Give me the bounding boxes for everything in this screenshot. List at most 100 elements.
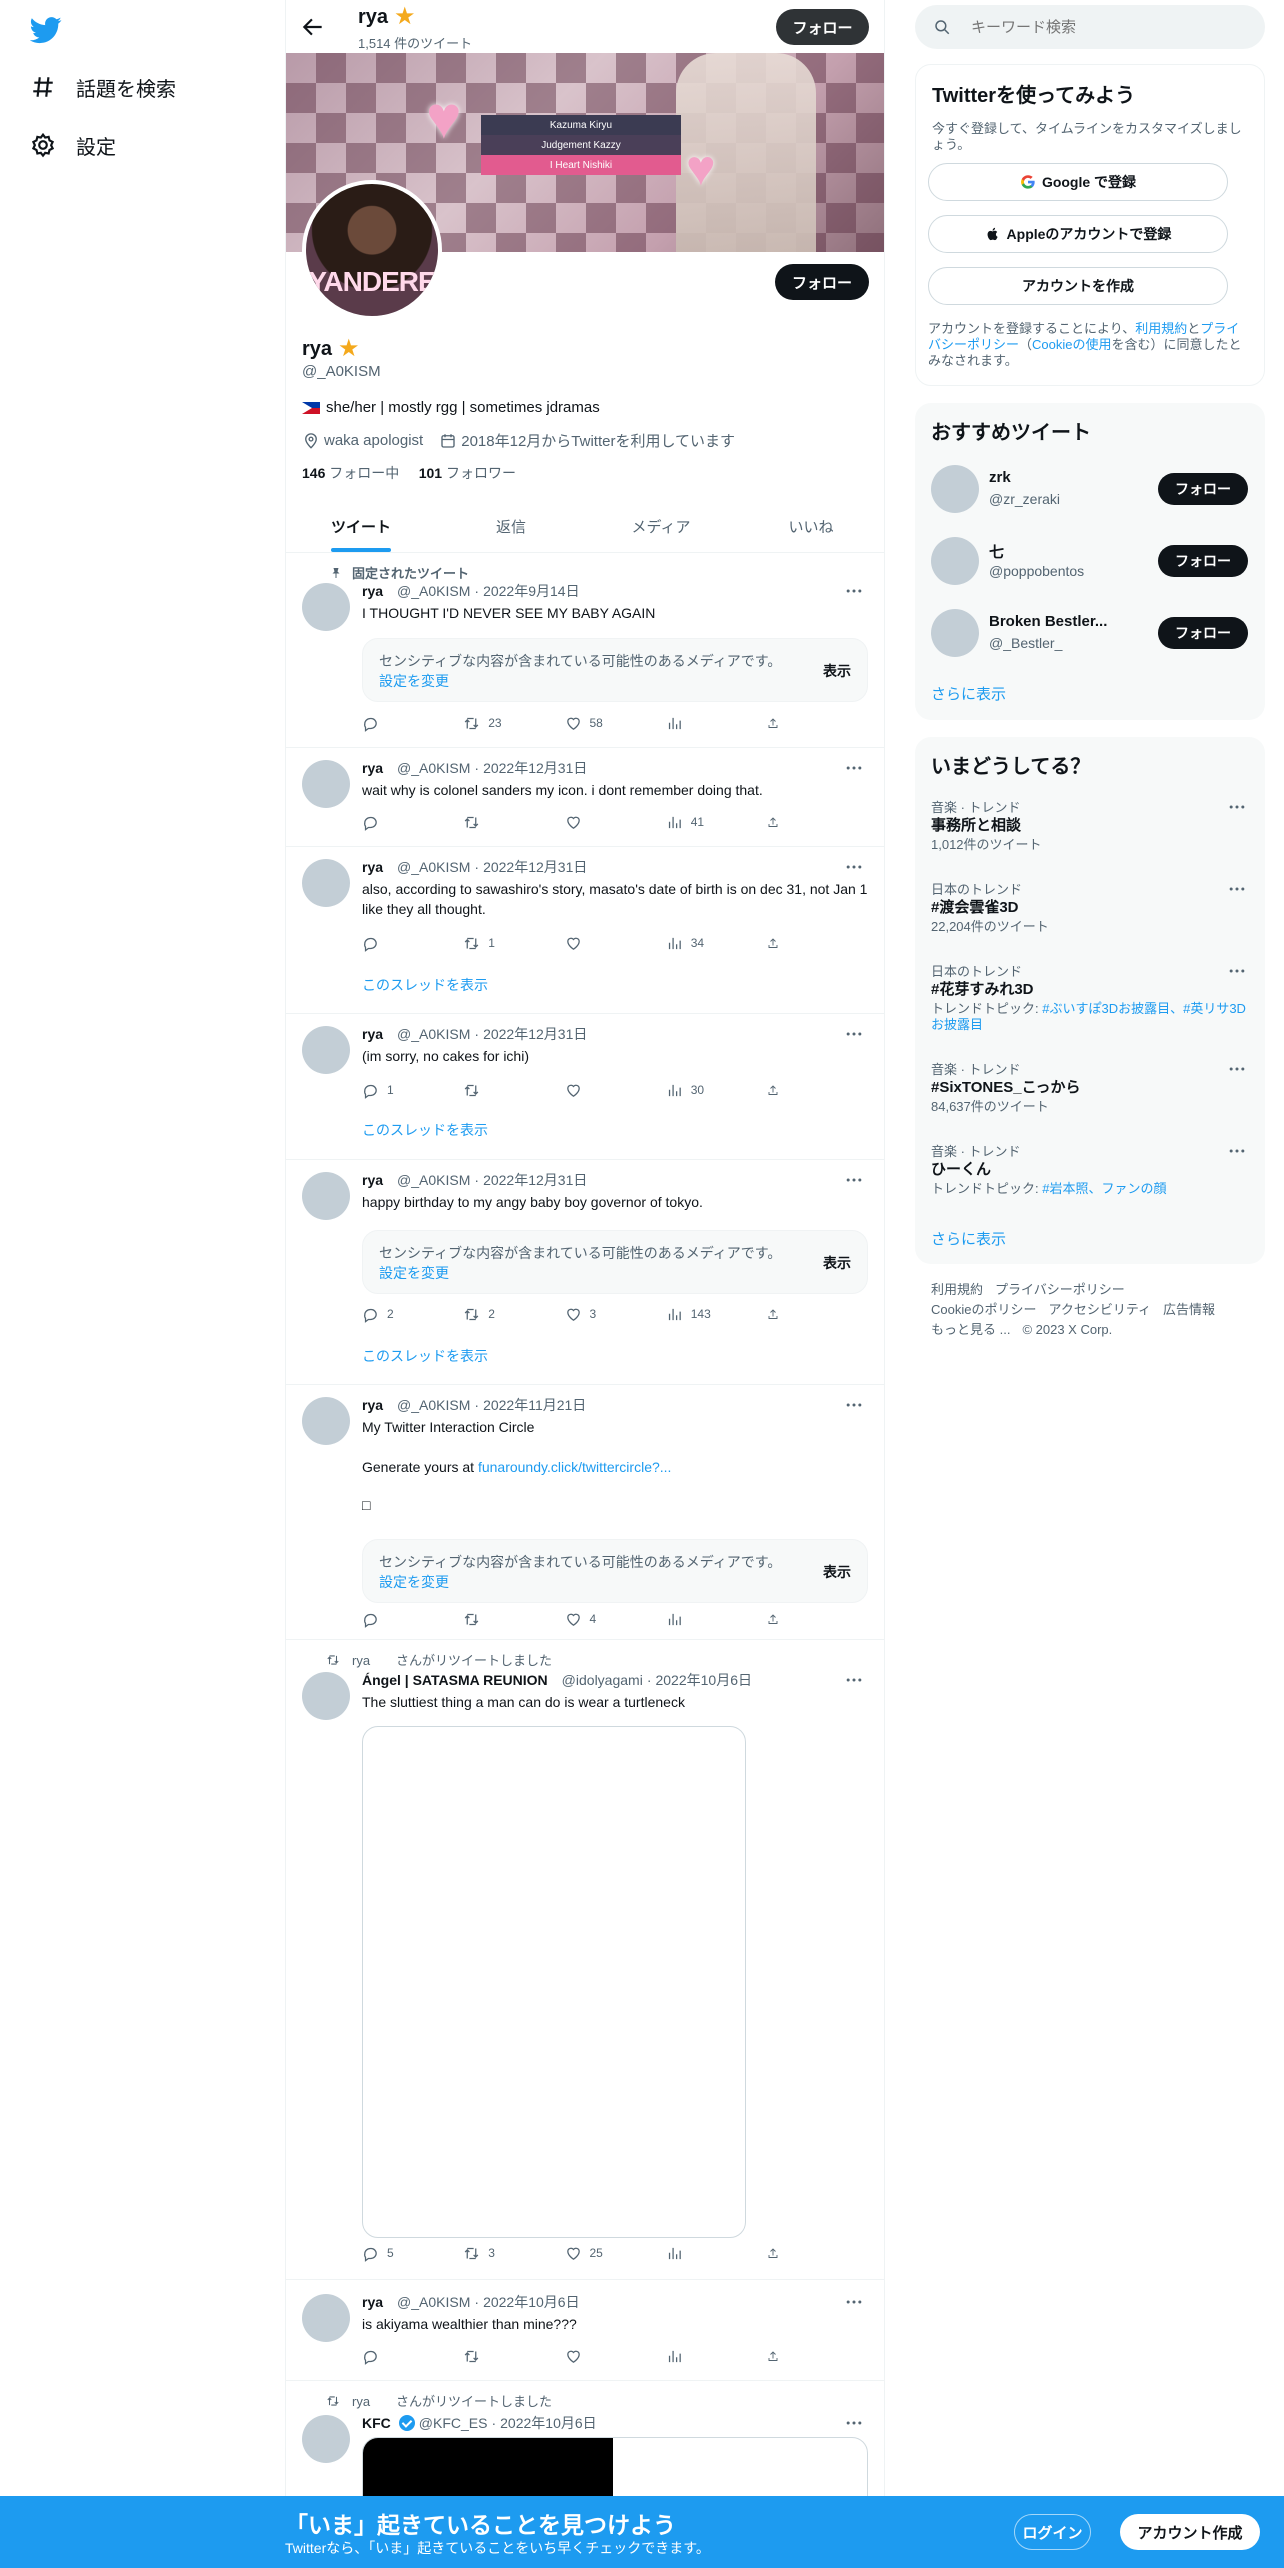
show-media-button[interactable]: 表示 <box>823 1253 851 1273</box>
like-button[interactable]: 25 <box>565 2243 645 2263</box>
terms-link[interactable]: 利用規約 <box>1135 321 1187 336</box>
footer-link[interactable]: 広告情報 <box>1163 1302 1215 1317</box>
share-button[interactable] <box>767 2346 787 2366</box>
more-options-icon[interactable] <box>1227 1059 1247 1079</box>
tweet-author-name[interactable]: rya <box>362 760 383 776</box>
tweet[interactable]: rya @_A0KISM · 2022年12月31日 happy birthday to… <box>286 1160 884 1385</box>
tweet[interactable]: rya @_A0KISM · 2022年12月31日 (im sorry, no cak… <box>286 1014 884 1160</box>
more-options-icon[interactable] <box>1227 797 1247 817</box>
like-button[interactable]: 58 <box>565 713 645 733</box>
like-button[interactable] <box>565 2346 645 2366</box>
search-input[interactable] <box>971 18 1231 36</box>
tweet[interactable]: rya さんがリツイートしました Ángel | SATASMA REUNION @… <box>286 1640 884 2280</box>
tab-likes[interactable]: いいね <box>736 500 884 552</box>
more-options-icon[interactable] <box>844 1024 864 1044</box>
tweet-media[interactable] <box>362 1726 746 2238</box>
reply-button[interactable] <box>362 812 442 832</box>
trend-item[interactable]: 音楽 · トレンド #SixTONES_こっから 84,637件のツイート <box>915 1059 1265 1139</box>
tweet-author-handle[interactable]: @_A0KISM <box>397 760 470 776</box>
tweet[interactable]: rya @_A0KISM · 2022年10月6日 is akiyama wealthi… <box>286 2280 884 2381</box>
tweet-author-name[interactable]: KFC <box>362 2415 391 2431</box>
tweet-author-name[interactable]: Ángel | SATASMA REUNION <box>362 1672 548 1688</box>
more-options-icon[interactable] <box>844 581 864 601</box>
share-button[interactable] <box>767 933 787 953</box>
search-bar[interactable] <box>915 5 1265 49</box>
tweet-author-handle[interactable]: @_A0KISM <box>397 2294 470 2310</box>
tweet-date[interactable]: 2022年12月31日 <box>483 758 587 778</box>
retweet-button[interactable] <box>463 812 543 832</box>
tweet[interactable]: rya @_A0KISM · 2022年12月31日 also, according t… <box>286 847 884 1014</box>
more-options-icon[interactable] <box>844 1170 864 1190</box>
tweet-author-handle[interactable]: @_A0KISM <box>397 1172 470 1188</box>
recommend-more-link[interactable]: さらに表示 <box>931 683 1006 704</box>
retweet-button[interactable]: 1 <box>463 933 543 953</box>
trends-more-link[interactable]: さらに表示 <box>931 1228 1006 1249</box>
user-name[interactable]: 七 <box>989 541 1139 562</box>
tweet-avatar[interactable] <box>302 1397 350 1445</box>
tweet-author-name[interactable]: rya <box>362 859 383 875</box>
trend-item[interactable]: 音楽 · トレンド ひーくん トレンドトピック: #岩本照、ファンの顔 <box>915 1141 1265 1221</box>
user-avatar[interactable] <box>931 537 979 585</box>
tweet-avatar[interactable] <box>302 1172 350 1220</box>
views-button[interactable]: 143 <box>666 1304 746 1324</box>
tweet-avatar[interactable] <box>302 2294 350 2342</box>
more-options-icon[interactable] <box>1227 1141 1247 1161</box>
follow-button[interactable]: フォロー <box>1158 617 1248 649</box>
more-options-icon[interactable] <box>844 758 864 778</box>
reply-button[interactable]: 1 <box>362 1080 442 1100</box>
tweet-avatar[interactable] <box>302 760 350 808</box>
footer-link[interactable]: アクセシビリティ <box>1048 1302 1151 1317</box>
trend-topic-link[interactable]: #岩本照、ファンの顔 <box>1042 1181 1166 1196</box>
change-settings-link[interactable]: 設定を変更 <box>379 1265 449 1281</box>
user-avatar[interactable] <box>931 465 979 513</box>
follow-button[interactable]: フォロー <box>1158 545 1248 577</box>
views-button[interactable] <box>666 2346 746 2366</box>
footer-link[interactable]: Cookieのポリシー <box>931 1302 1036 1317</box>
user-name[interactable]: zrk <box>989 469 1139 486</box>
reply-button[interactable] <box>362 713 442 733</box>
more-options-icon[interactable] <box>844 1670 864 1690</box>
tweet-avatar[interactable] <box>302 2415 350 2463</box>
tweet-avatar[interactable] <box>302 859 350 907</box>
tweet-author-handle[interactable]: @_A0KISM <box>397 859 470 875</box>
like-button[interactable] <box>565 812 645 832</box>
retweet-button[interactable]: 3 <box>463 2243 543 2263</box>
following-link[interactable]: 146 フォロー中 <box>302 465 399 481</box>
views-button[interactable]: 30 <box>666 1080 746 1100</box>
tweet-date[interactable]: 2022年11月21日 <box>483 1395 586 1415</box>
show-thread-link[interactable]: このスレッドを表示 <box>362 975 488 995</box>
tweet[interactable]: rya @_A0KISM · 2022年12月31日 wait why is colon… <box>286 748 884 847</box>
apple-signup-button[interactable]: Appleのアカウントで登録 <box>928 215 1228 253</box>
tweet-author-handle[interactable]: @KFC_ES <box>419 2415 488 2431</box>
like-button[interactable]: 3 <box>565 1304 645 1324</box>
retweet-button[interactable] <box>463 2346 543 2366</box>
tweet-author-name[interactable]: rya <box>362 1397 383 1413</box>
google-signup-button[interactable]: Google で登録 <box>928 163 1228 201</box>
tweet-date[interactable]: 2022年12月31日 <box>483 1024 587 1044</box>
retweet-button[interactable]: 2 <box>463 1304 543 1324</box>
show-thread-link[interactable]: このスレッドを表示 <box>362 1120 488 1140</box>
retweet-button[interactable] <box>463 1080 543 1100</box>
more-options-icon[interactable] <box>1227 879 1247 899</box>
tweet-avatar[interactable] <box>302 1672 350 1720</box>
tweet-author-name[interactable]: rya <box>362 1026 383 1042</box>
recommended-user[interactable]: zrk @zr_zeraki フォロー <box>915 453 1265 525</box>
footer-link[interactable]: もっと見る ... <box>931 1322 1010 1337</box>
header-follow-button[interactable]: フォロー <box>776 9 869 45</box>
share-button[interactable] <box>767 1609 787 1629</box>
signup-button[interactable]: アカウント作成 <box>1120 2514 1260 2550</box>
tweet-author-name[interactable]: rya <box>362 2294 383 2310</box>
retweet-button[interactable] <box>463 1609 543 1629</box>
recommended-user[interactable]: 七 @poppobentos フォロー <box>915 525 1265 597</box>
user-name[interactable]: Broken Bestler... <box>989 613 1139 630</box>
show-thread-link[interactable]: このスレッドを表示 <box>362 1346 488 1366</box>
like-button[interactable] <box>565 933 645 953</box>
tab-replies[interactable]: 返信 <box>436 500 586 552</box>
reply-button[interactable] <box>362 2346 442 2366</box>
more-options-icon[interactable] <box>844 2292 864 2312</box>
reply-button[interactable]: 2 <box>362 1304 442 1324</box>
reply-button[interactable] <box>362 1609 442 1629</box>
tweet-date[interactable]: 2022年10月6日 <box>500 2413 597 2433</box>
trend-item[interactable]: 音楽 · トレンド 事務所と相談 1,012件のツイート <box>915 797 1265 877</box>
tweet[interactable]: rya @_A0KISM · 2022年11月21日 My Twitter Intera… <box>286 1385 884 1640</box>
